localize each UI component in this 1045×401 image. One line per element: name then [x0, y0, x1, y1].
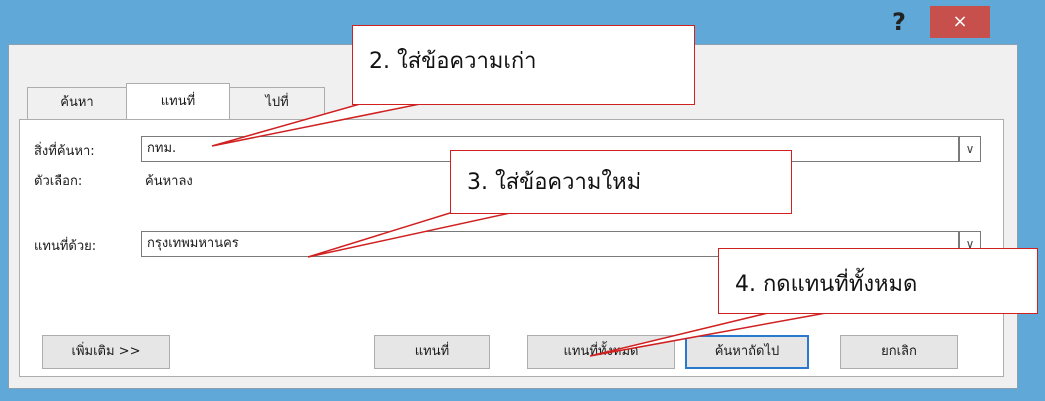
- pointer-step3: [307, 212, 511, 258]
- callout-step4: 4. กดแทนที่ทั้งหมด: [718, 248, 1038, 314]
- pointer-step2: [211, 103, 421, 147]
- pointer-step4: [589, 312, 827, 357]
- callout-step2: 2. ใส่ข้อความเก่า: [352, 25, 695, 105]
- callout-step3: 3. ใส่ข้อความใหม่: [450, 150, 792, 214]
